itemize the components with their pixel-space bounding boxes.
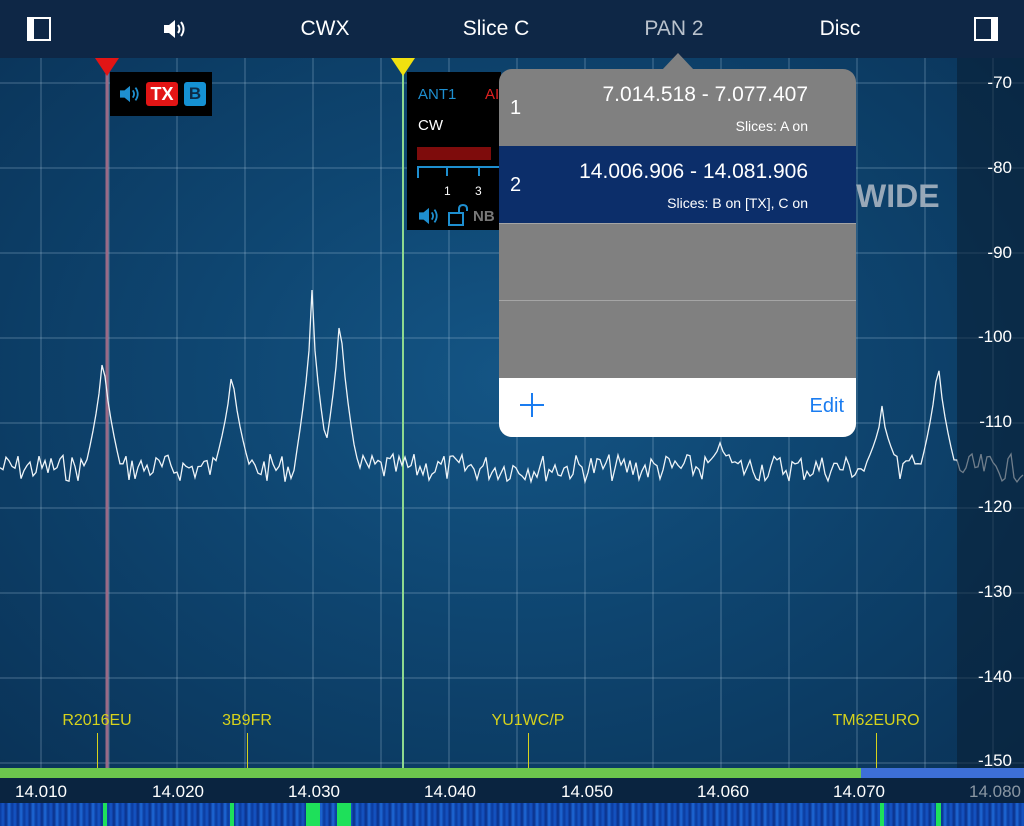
db-label: -80	[987, 158, 1012, 177]
spot-line	[97, 733, 98, 768]
db-label: -70	[987, 73, 1012, 92]
freq-label: 14.020	[152, 782, 204, 801]
band-bar	[0, 768, 1024, 778]
spot-label[interactable]: TM62EURO	[832, 712, 919, 730]
panel-left-button[interactable]	[24, 0, 54, 58]
meter-scale	[417, 166, 501, 178]
waterfall-signal	[880, 803, 884, 826]
pan-row-range: 7.014.518 - 7.077.407	[602, 83, 808, 106]
panel-right-button[interactable]	[971, 0, 1001, 58]
spot-line	[876, 733, 877, 768]
waterfall-signal	[103, 803, 107, 826]
db-label: -130	[977, 582, 1012, 601]
db-scale[interactable]: -70 -80 -90 -100 -110 -120 -130 -140 -15…	[957, 58, 1024, 768]
pan-row-slices: Slices: A on	[735, 118, 808, 134]
db-label: -110	[979, 412, 1012, 431]
speaker-icon	[164, 20, 185, 38]
db-label: -100	[977, 327, 1012, 346]
frequency-scale[interactable]: 14.010 14.020 14.030 14.040 14.050 14.06…	[0, 778, 1024, 803]
antenna-label[interactable]: ANT1	[418, 86, 456, 103]
slice-a-flag[interactable]: TX B	[110, 72, 212, 116]
spot-label[interactable]: R2016EU	[62, 712, 131, 730]
freq-label: 14.070	[833, 782, 885, 801]
band-segment	[861, 768, 1024, 778]
cwx-button[interactable]: CWX	[285, 0, 365, 58]
pan-button[interactable]: PAN 2	[628, 0, 720, 58]
freq-label: 14.030	[288, 782, 340, 801]
top-nav-bar: CWX Slice C PAN 2 Disc	[0, 0, 1024, 58]
waterfall-signal	[936, 803, 941, 826]
speaker-button[interactable]	[158, 0, 192, 58]
spot-label[interactable]: YU1WC/P	[492, 712, 565, 730]
freq-label: 14.080	[969, 782, 1021, 801]
row-separator	[499, 300, 856, 301]
row-separator	[499, 223, 856, 224]
spot-line	[247, 733, 248, 768]
pan-popover: 1 7.014.518 - 7.077.407 Slices: A on 2 1…	[499, 69, 856, 437]
pan-row-1[interactable]: 1 7.014.518 - 7.077.407 Slices: A on	[499, 69, 856, 146]
waterfall-signal	[306, 803, 320, 826]
nb-button[interactable]: NB	[473, 208, 495, 225]
speaker-icon[interactable]	[417, 206, 441, 226]
freq-label: 14.060	[697, 782, 749, 801]
meter-tick: 3	[475, 184, 482, 198]
pan-row-2[interactable]: 2 14.006.906 - 14.081.906 Slices: B on […	[499, 146, 856, 223]
waterfall[interactable]	[0, 803, 1024, 826]
freq-label: 14.050	[561, 782, 613, 801]
edit-button[interactable]: Edit	[810, 395, 844, 418]
popover-arrow	[662, 53, 694, 70]
db-label: -140	[977, 667, 1012, 686]
freq-label: 14.040	[424, 782, 476, 801]
signal-meter	[417, 147, 491, 160]
panel-left-icon	[27, 17, 51, 41]
freq-label: 14.010	[15, 782, 67, 801]
spot-line	[528, 733, 529, 768]
slice-letter-badge[interactable]: B	[184, 82, 206, 106]
db-label: -120	[977, 497, 1012, 516]
mode-label[interactable]: CW	[418, 117, 443, 134]
pan-row-range: 14.006.906 - 14.081.906	[579, 160, 808, 183]
spot-label[interactable]: 3B9FR	[222, 712, 272, 730]
slice-button[interactable]: Slice C	[446, 0, 546, 58]
wide-label: WIDE	[856, 178, 940, 214]
tx-badge[interactable]: TX	[146, 82, 178, 106]
meter-tick: 1	[444, 184, 451, 198]
pan-row-slices: Slices: B on [TX], C on	[667, 195, 808, 211]
panel-right-icon	[974, 17, 998, 41]
speaker-icon[interactable]	[118, 84, 142, 104]
pan-row-index: 2	[510, 174, 522, 196]
waterfall-signal	[337, 803, 351, 826]
db-label: -90	[987, 243, 1012, 262]
pan-row-index: 1	[510, 97, 522, 119]
add-pan-button[interactable]	[517, 390, 547, 420]
tx-antenna-label[interactable]: AI	[485, 86, 499, 103]
popover-footer: Edit	[499, 378, 856, 437]
db-label: -150	[977, 751, 1012, 768]
unlock-icon[interactable]	[447, 203, 469, 227]
slice-c-flag[interactable]: ANT1 AI CW 1 3 NB	[407, 72, 501, 230]
waterfall-signal	[230, 803, 234, 826]
disc-button[interactable]: Disc	[804, 0, 876, 58]
